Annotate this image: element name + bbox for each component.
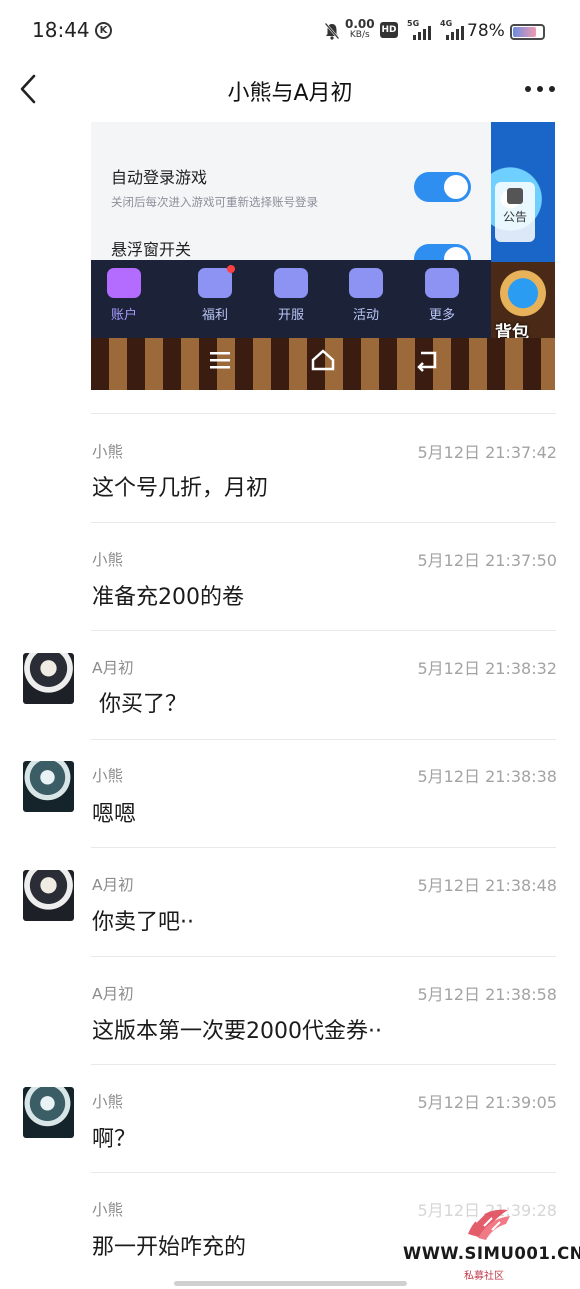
notice-icon [507,188,523,204]
notice-button: 公告 [495,182,535,242]
auto-login-toggle [414,172,471,202]
message-time: 5月12日 21:37:42 [417,443,558,462]
net-speed: 0.00 KB/s [345,17,375,41]
game-settings-panel: 自动登录游戏 关闭后每次进入游戏可重新选择账号登录 悬浮窗开关 [91,122,491,274]
message-text: 这版本第一次要2000代金券·· [92,1019,382,1044]
message-text: 这个号几折，月初 [92,476,269,501]
battery-percent: 78% [467,21,505,41]
message-sender: A月初 [92,985,134,1003]
game-nav-label: 福利 [201,308,228,323]
watermark-text: WWW.SIMU001.CN [403,1244,580,1263]
message-item[interactable]: 小熊 5月12日 21:39:05 啊？ [0,1065,580,1173]
status-bar: 18:44 K 0.00 KB/s HD 5G 4G 78% [0,0,580,62]
chat-image-attachment[interactable]: 自动登录游戏 关闭后每次进入游戏可重新选择账号登录 悬浮窗开关 公告 账户 福利… [91,122,555,390]
avatar[interactable] [23,653,74,704]
message-time: 5月12日 21:38:32 [417,659,558,678]
message-item[interactable]: A月初 5月12日 21:38:48 你卖了吧·· [0,848,580,956]
message-text: 你买了？ [92,692,187,717]
game-nav-label: 开服 [277,308,304,323]
game-bottom-nav: 账户 福利 开服 活动 更多 [91,260,491,338]
status-time: 18:44 [32,18,90,42]
game-nav-events: 活动 [336,268,396,323]
net-speed-value: 0.00 [345,17,375,31]
message-sender: A月初 [92,876,134,894]
message-text: 那一开始咋充的 [92,1235,247,1260]
message-time: 5月12日 21:38:38 [417,767,558,786]
chat-header: 小熊与A月初 [0,62,580,118]
float-window-label: 悬浮窗开关 [111,240,192,259]
message-item[interactable]: A月初 5月12日 21:38:58 这版本第一次要2000代金券·· [0,957,580,1065]
message-time: 5月12日 21:38:48 [417,876,558,895]
watermark-subtext: 私募社区 [464,1271,504,1282]
game-nav-more: 更多 [412,268,472,323]
message-item[interactable]: 小熊 5月12日 21:37:50 准备充200的卷 [0,523,580,631]
message-text: 嗯嗯 [92,802,137,827]
message-time: 5月12日 21:39:05 [417,1093,558,1112]
grid-icon [425,268,459,298]
game-nav-label: 账户 [110,308,137,323]
game-nav-account: 账户 [94,268,154,323]
message-item[interactable]: A月初 5月12日 21:38:32 你买了？ [0,631,580,739]
message-sender: 小熊 [92,551,124,569]
hd-icon: HD [380,22,398,38]
auto-login-desc: 关闭后每次进入游戏可重新选择账号登录 [111,195,318,209]
k-badge-icon: K [95,22,112,39]
message-time: 5月12日 21:37:50 [417,551,558,570]
message-sender: 小熊 [92,767,124,785]
game-nav-label: 更多 [428,308,455,323]
mute-bell-icon [324,22,340,40]
home-indicator[interactable] [174,1281,407,1286]
badge-dot [227,265,235,273]
game-nav-welfare: 福利 [185,265,245,323]
game-nav-label: 活动 [352,308,379,323]
battery-icon [510,24,545,40]
game-nav-server: 开服 [261,268,321,323]
auto-login-label: 自动登录游戏 [111,168,208,187]
watermark: WWW.SIMU001.CN 私募社区 [400,1204,580,1284]
watermark-logo-icon [468,1209,510,1240]
message-sender: 小熊 [92,1093,124,1111]
message-item[interactable]: 小熊 5月12日 21:37:42 这个号几折，月初 [0,414,580,522]
gift-icon [198,265,235,298]
message-text: 准备充200的卷 [92,585,244,610]
notice-label: 公告 [502,210,527,224]
message-sender: 小熊 [92,1201,124,1219]
message-sender: 小熊 [92,443,124,461]
home-icon [311,349,335,371]
message-time: 5月12日 21:38:58 [417,985,558,1004]
avatar[interactable] [23,761,74,812]
message-item[interactable]: 小熊 5月12日 21:38:38 嗯嗯 [0,740,580,848]
android-nav-bar [91,344,555,378]
message-text: 啊？ [92,1127,137,1152]
avatar[interactable] [23,1087,74,1138]
controller-icon [349,268,383,298]
back-return-icon [417,351,437,372]
gamepad-icon [274,268,308,298]
smiley-icon [107,268,141,298]
message-sender: A月初 [92,659,134,677]
more-dots-icon[interactable] [524,84,556,94]
avatar[interactable] [23,870,74,921]
battery-fill [513,27,536,37]
message-text: 你卖了吧·· [92,910,194,935]
menu-lines-icon [210,352,230,369]
net-speed-unit: KB/s [349,30,370,40]
page-title: 小熊与A月初 [227,81,353,106]
